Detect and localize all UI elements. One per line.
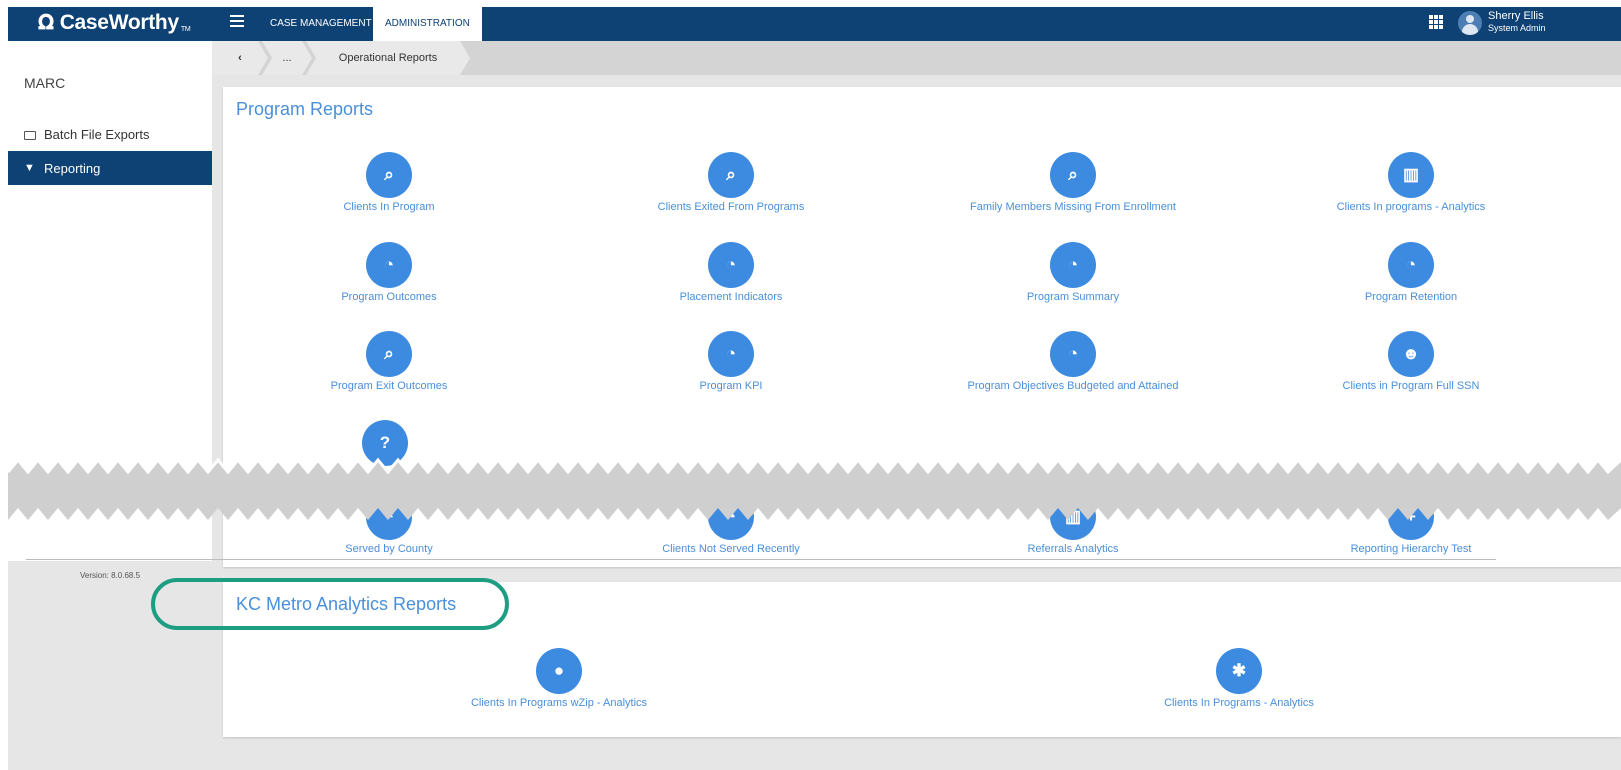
report-clients-in-program-full-ssn[interactable]: ☻ Clients in Program Full SSN [1251, 331, 1571, 392]
report-label: Program Summary [1026, 291, 1120, 303]
report-label: Clients In programs - Analytics [1336, 201, 1486, 213]
breadcrumb-ellipsis[interactable]: ... [262, 41, 312, 75]
dashboard-icon: ◔ [1388, 242, 1434, 288]
version-text: Version: 8.0.68.5 [79, 571, 141, 580]
report-label: Program Retention [1364, 291, 1458, 303]
sidebar-item-batch-file-exports[interactable]: Batch File Exports [8, 117, 212, 151]
user-menu[interactable]: Sherry Ellis System Admin [1488, 10, 1546, 34]
report-program-exit-outcomes[interactable]: ⌕ Program Exit Outcomes [229, 331, 549, 392]
report-label: Program Exit Outcomes [330, 380, 448, 392]
report-label: Served by County [345, 543, 433, 555]
sidebar-item-label: Reporting [44, 160, 101, 176]
filter-icon: ▼ [24, 162, 35, 174]
folder-icon [24, 130, 36, 140]
sidebar-item-label: Batch File Exports [44, 126, 150, 142]
report-label: Clients Not Served Recently [662, 543, 800, 555]
tab-case-management[interactable]: CASE MANAGEMENT [258, 7, 384, 41]
logo[interactable]: 𝛀 CaseWorthy TM [38, 11, 191, 35]
report-clients-in-programs-wzip-analytics[interactable]: ● Clients In Programs wZip - Analytics [399, 648, 719, 709]
program-reports-card: Program Reports ⌕ Clients In Program ⌕ C… [223, 87, 1621, 567]
report-program-objectives[interactable]: ◔ Program Objectives Budgeted and Attain… [913, 331, 1233, 392]
report-placement-indicators[interactable]: ◔ Placement Indicators [571, 242, 891, 303]
avatar[interactable] [1458, 11, 1482, 35]
question-icon: ? [362, 420, 408, 466]
report-reporting-hierarchy-test[interactable]: + Reporting Hierarchy Test [1251, 494, 1571, 555]
report-label: Clients In Programs - Analytics [1164, 697, 1314, 709]
report-label: Family Members Missing From Enrollment [970, 201, 1176, 213]
program-reports-title: Program Reports [236, 99, 374, 119]
plus-icon: + [1388, 494, 1434, 540]
search-icon: ⌕ [366, 152, 412, 198]
kc-metro-analytics-card: KC Metro Analytics Reports ● Clients In … [223, 582, 1621, 737]
organization-name: MARC [24, 75, 66, 91]
report-program-kpi[interactable]: ◔ Program KPI [571, 331, 891, 392]
kc-metro-title: KC Metro Analytics Reports [236, 594, 457, 614]
report-referrals-analytics[interactable]: ▥ Referrals Analytics [913, 494, 1233, 555]
dashboard-icon: ◔ [708, 494, 754, 540]
report-label: Clients Exited From Programs [657, 201, 805, 213]
trademark: TM [180, 25, 191, 33]
asterisk-icon: ✱ [1216, 648, 1262, 694]
breadcrumb: Operational Reports ... ‹ [212, 41, 1621, 75]
report-program-summary[interactable]: ◔ Program Summary [913, 242, 1233, 303]
brand-name: CaseWorthy [59, 11, 179, 34]
caseworthy-logo-icon: 𝛀 [38, 11, 54, 34]
breadcrumb-back-button[interactable]: ‹ [212, 41, 268, 75]
report-served-by-county[interactable]: ◔ Served by County [229, 494, 549, 555]
report-label: Clients in Program Full SSN [1342, 380, 1480, 392]
search-icon: ⌕ [1050, 152, 1096, 198]
tab-administration[interactable]: ADMINISTRATION [373, 7, 482, 41]
person-icon: ☻ [1388, 331, 1434, 377]
report-family-members-missing[interactable]: ⌕ Family Members Missing From Enrollment [913, 152, 1233, 213]
bar-chart-icon: ▥ [1050, 494, 1096, 540]
breadcrumb-current[interactable]: Operational Reports [306, 41, 470, 75]
app-window: 𝛀 CaseWorthy TM CASE MANAGEMENT ADMINIST… [8, 7, 1621, 770]
report-label: Clients In Program [343, 201, 435, 213]
report-clients-in-programs-analytics[interactable]: ▥ Clients In programs - Analytics [1251, 152, 1571, 213]
globe-icon: ● [536, 648, 582, 694]
search-icon: ⌕ [366, 331, 412, 377]
dashboard-icon: ◔ [1050, 331, 1096, 377]
report-label: Program Objectives Budgeted and Attained [967, 380, 1179, 392]
report-partial[interactable]: ? [225, 420, 545, 466]
report-label: Reporting Hierarchy Test [1350, 543, 1472, 555]
top-bar: 𝛀 CaseWorthy TM CASE MANAGEMENT ADMINIST… [8, 7, 1621, 41]
dashboard-icon: ◔ [366, 494, 412, 540]
report-clients-not-served-recently[interactable]: ◔ Clients Not Served Recently [571, 494, 891, 555]
report-program-outcomes[interactable]: ◔ Program Outcomes [229, 242, 549, 303]
dashboard-icon: ◔ [1050, 242, 1096, 288]
report-clients-exited-from-programs[interactable]: ⌕ Clients Exited From Programs [571, 152, 891, 213]
dashboard-icon: ◔ [366, 242, 412, 288]
report-clients-in-program[interactable]: ⌕ Clients In Program [229, 152, 549, 213]
sidebar-item-reporting[interactable]: ▼ Reporting [8, 151, 212, 185]
report-label: Clients In Programs wZip - Analytics [470, 697, 648, 709]
report-label: Program Outcomes [341, 291, 437, 303]
report-program-retention[interactable]: ◔ Program Retention [1251, 242, 1571, 303]
report-label: Referrals Analytics [1027, 543, 1119, 555]
search-icon: ⌕ [708, 152, 754, 198]
report-kc-clients-in-programs-analytics[interactable]: ✱ Clients In Programs - Analytics [1079, 648, 1399, 709]
report-label: Program KPI [699, 380, 763, 392]
sidebar: MARC Batch File Exports ▼ Reporting Vers… [8, 41, 212, 580]
apps-grid-icon[interactable] [1429, 15, 1443, 29]
hamburger-menu-icon[interactable] [230, 15, 244, 27]
bar-chart-icon: ▥ [1388, 152, 1434, 198]
dashboard-icon: ◔ [708, 242, 754, 288]
user-role: System Admin [1488, 23, 1546, 33]
divider [26, 559, 1496, 560]
dashboard-icon: ◔ [708, 331, 754, 377]
user-name: Sherry Ellis [1488, 10, 1544, 22]
report-label: Placement Indicators [679, 291, 783, 303]
